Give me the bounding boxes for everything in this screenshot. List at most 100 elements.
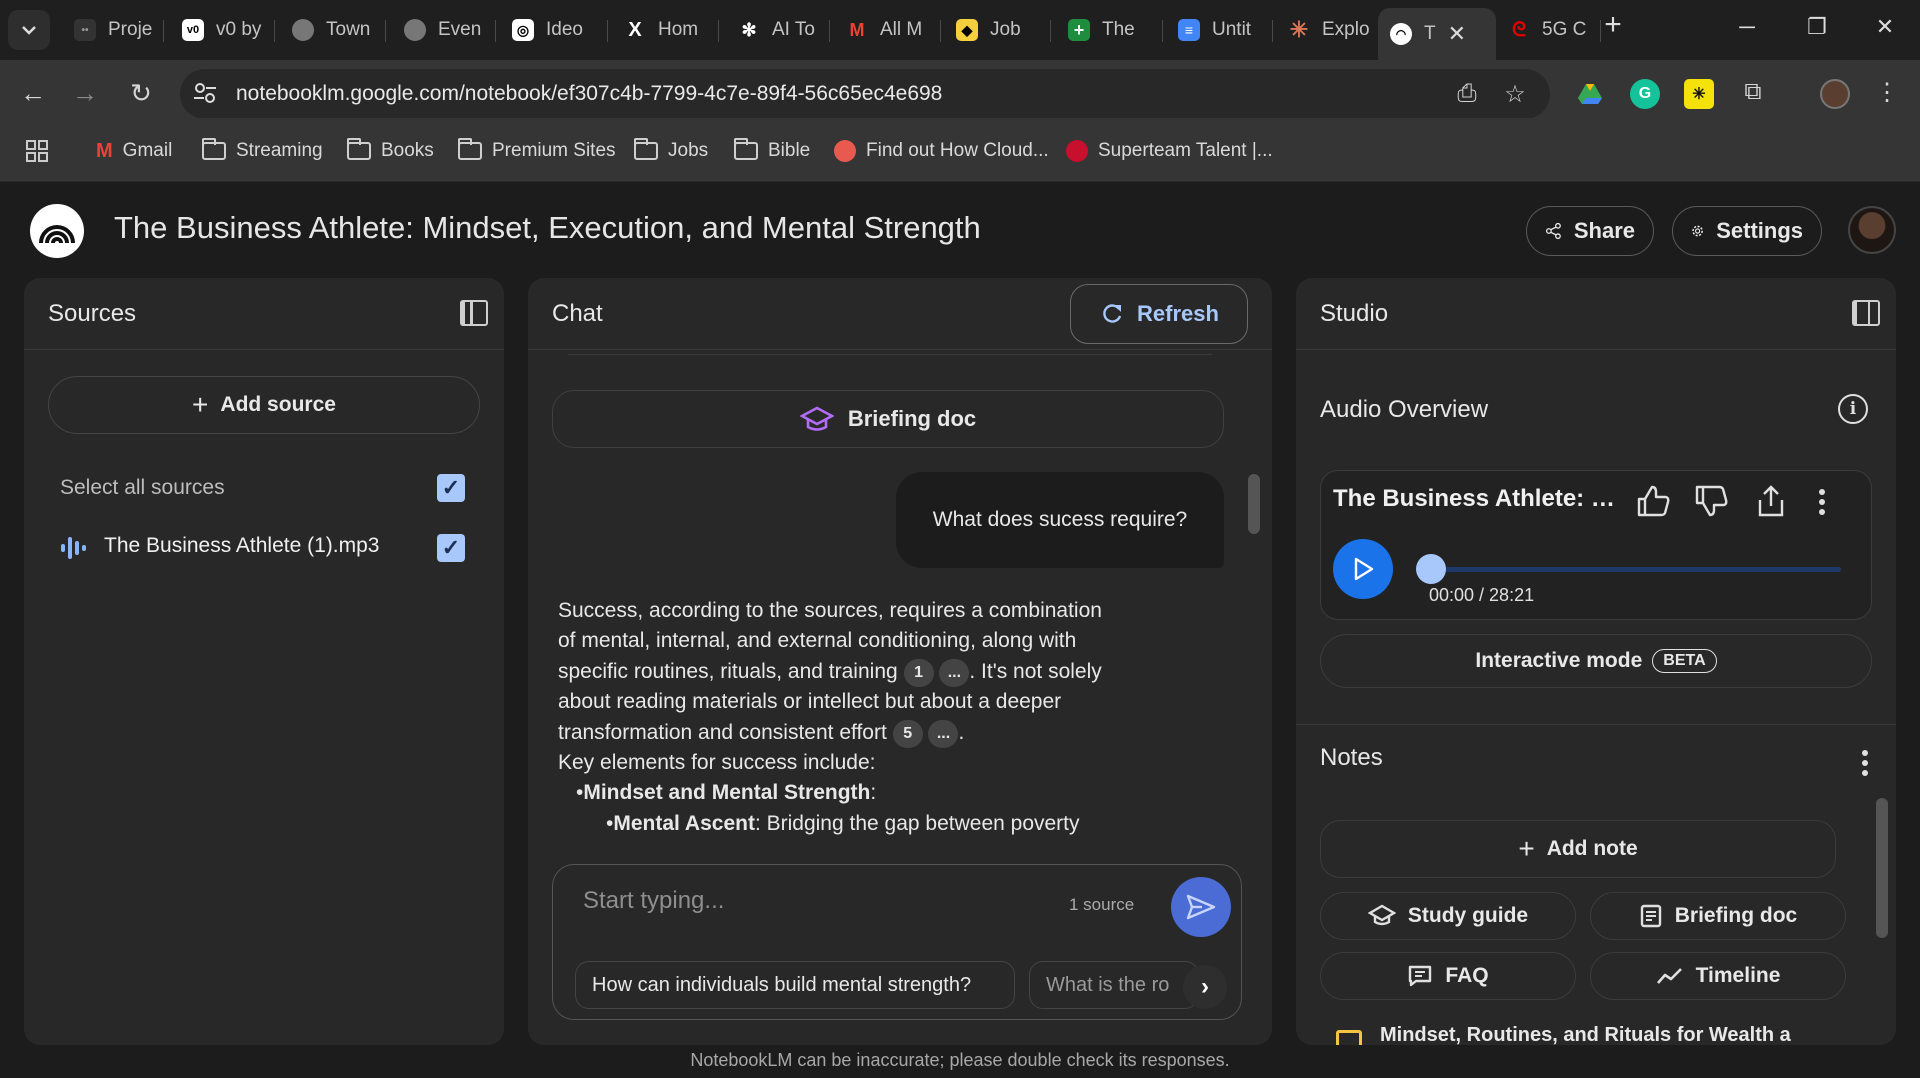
- ideogram-favicon: ◎: [512, 19, 534, 41]
- tab-search-button[interactable]: [8, 10, 50, 50]
- browser-tab[interactable]: M All M: [834, 12, 938, 48]
- browser-tab[interactable]: ᘓ 5G C: [1496, 12, 1600, 48]
- chat-scrollbar[interactable]: [1248, 474, 1260, 534]
- close-icon[interactable]: ✕: [1448, 21, 1466, 47]
- timeline-button[interactable]: Timeline: [1590, 952, 1846, 1000]
- note-item[interactable]: Mindset, Routines, and Rituals for Wealt…: [1336, 1020, 1856, 1045]
- thumbs-up-icon[interactable]: [1635, 483, 1671, 519]
- suggestion-chip[interactable]: What is the ro: [1029, 961, 1199, 1009]
- bookmark-star-icon[interactable]: ☆: [1500, 80, 1530, 110]
- bookmark-bible[interactable]: Bible: [734, 137, 810, 165]
- forward-icon[interactable]: →: [70, 78, 100, 108]
- send-button[interactable]: [1171, 877, 1231, 937]
- globe-favicon: [292, 19, 314, 41]
- chevron-right-icon[interactable]: ›: [1183, 965, 1227, 1009]
- new-tab-icon[interactable]: +: [1590, 8, 1636, 42]
- browser-tab[interactable]: ✻ AI To: [726, 12, 830, 48]
- collapse-sources-icon[interactable]: [460, 300, 488, 326]
- browser-tab[interactable]: + The: [1056, 12, 1160, 48]
- citation-chip[interactable]: ...: [928, 719, 959, 748]
- browser-tab[interactable]: X Hom: [612, 12, 716, 48]
- openai-favicon: ✻: [741, 19, 757, 40]
- briefing-doc-button[interactable]: Briefing doc: [1590, 892, 1846, 940]
- thumbs-down-icon[interactable]: [1693, 483, 1729, 519]
- source-count: 1 source: [1069, 895, 1135, 914]
- share-button[interactable]: Share: [1526, 206, 1654, 256]
- notes-more-icon[interactable]: [1860, 750, 1870, 776]
- browser-tab[interactable]: Even: [392, 12, 492, 48]
- bookmark-gmail[interactable]: M Gmail: [96, 137, 172, 165]
- settings-button[interactable]: Settings: [1672, 206, 1822, 256]
- source-item[interactable]: The Business Athlete (1).mp3: [60, 532, 480, 568]
- browser-tab[interactable]: ◆ Job: [944, 12, 1048, 48]
- notebooklm-favicon: ◠: [1390, 23, 1412, 45]
- minimize-icon[interactable]: ─: [1724, 14, 1770, 40]
- restore-icon[interactable]: ❐: [1794, 14, 1840, 40]
- suggestion-chip[interactable]: How can individuals build mental strengt…: [575, 961, 1015, 1009]
- bookmark-superteam[interactable]: Superteam Talent |...: [1066, 137, 1273, 165]
- bookmark-jobs[interactable]: Jobs: [634, 137, 708, 165]
- notebooklm-logo[interactable]: [30, 204, 84, 258]
- site-info-icon[interactable]: [192, 80, 220, 108]
- study-guide-button[interactable]: Study guide: [1320, 892, 1576, 940]
- address-bar[interactable]: notebooklm.google.com/notebook/ef307c4b-…: [180, 69, 1550, 119]
- faq-chat-icon: [1409, 965, 1432, 987]
- source-item-checkbox[interactable]: ✓: [437, 534, 465, 562]
- audio-progress-handle[interactable]: [1416, 554, 1446, 584]
- bookmark-cloud[interactable]: Find out How Cloud...: [834, 137, 1049, 165]
- briefing-doc-card[interactable]: Briefing doc: [552, 390, 1224, 448]
- grammarly-extension-icon[interactable]: G: [1630, 79, 1660, 109]
- apps-grid-icon[interactable]: [26, 137, 48, 165]
- audio-overview-label: Audio Overview: [1320, 396, 1489, 423]
- chat-input[interactable]: Start typing...: [583, 887, 724, 915]
- folder-icon: [634, 138, 658, 160]
- back-icon[interactable]: ←: [18, 78, 48, 108]
- studio-scrollbar[interactable]: [1876, 798, 1888, 938]
- citation-chip[interactable]: 1: [903, 658, 934, 687]
- claude-favicon: ✳: [1289, 17, 1309, 42]
- audio-more-icon[interactable]: [1817, 489, 1827, 515]
- chat-title: Chat: [552, 300, 603, 327]
- play-button[interactable]: [1333, 539, 1393, 599]
- profile-avatar[interactable]: [1820, 79, 1850, 109]
- extension-icon[interactable]: ✳: [1684, 79, 1714, 109]
- plus-icon: +: [192, 389, 209, 420]
- assistant-answer: Success, according to the sources, requi…: [558, 599, 1102, 835]
- browser-tab[interactable]: ✳ Explo: [1276, 12, 1380, 48]
- bookmark-premium-sites[interactable]: Premium Sites: [458, 137, 616, 165]
- faq-button[interactable]: FAQ: [1320, 952, 1576, 1000]
- browser-menu-icon[interactable]: ⋮: [1872, 78, 1902, 108]
- browser-tab-active[interactable]: ◠ T ✕: [1378, 8, 1496, 60]
- chat-header: Chat Refresh: [528, 278, 1272, 350]
- info-icon[interactable]: i: [1838, 394, 1868, 424]
- select-all-checkbox[interactable]: ✓: [437, 474, 465, 502]
- page-title[interactable]: The Business Athlete: Mindset, Execution…: [114, 210, 981, 246]
- citation-chip[interactable]: ...: [939, 658, 970, 687]
- collapse-studio-icon[interactable]: [1852, 300, 1880, 326]
- reload-icon[interactable]: ↻: [126, 78, 156, 108]
- share-icon[interactable]: [1753, 483, 1789, 519]
- bookmark-streaming[interactable]: Streaming: [202, 137, 323, 165]
- window-close-icon[interactable]: ✕: [1862, 14, 1908, 40]
- interactive-mode-button[interactable]: Interactive mode BETA: [1320, 634, 1872, 688]
- add-source-button[interactable]: + Add source: [48, 376, 480, 434]
- browser-tab[interactable]: •• Proje: [62, 12, 156, 48]
- select-all-label: Select all sources: [60, 476, 225, 499]
- install-app-icon[interactable]: ⎙: [1452, 80, 1482, 110]
- browser-tab[interactable]: Town: [280, 12, 380, 48]
- refresh-button[interactable]: Refresh: [1070, 284, 1248, 344]
- source-item-label: The Business Athlete (1).mp3: [104, 534, 380, 557]
- drive-extension-icon[interactable]: [1575, 79, 1605, 109]
- citation-chip[interactable]: 5: [892, 719, 923, 748]
- graduation-cap-icon: [1367, 904, 1396, 926]
- add-note-button[interactable]: + Add note: [1320, 820, 1836, 878]
- browser-tab[interactable]: v0 v0 by: [170, 12, 270, 48]
- puzzle-extensions-icon[interactable]: ⧉: [1738, 78, 1768, 108]
- browser-tab[interactable]: ≡ Untit: [1166, 12, 1270, 48]
- audio-progress-bar[interactable]: [1416, 554, 1841, 584]
- share-icon: [1545, 222, 1561, 240]
- bookmark-books[interactable]: Books: [347, 137, 434, 165]
- user-avatar[interactable]: [1848, 206, 1896, 254]
- browser-tab[interactable]: ◎ Ideo: [500, 12, 604, 48]
- gmail-icon: M: [96, 139, 113, 162]
